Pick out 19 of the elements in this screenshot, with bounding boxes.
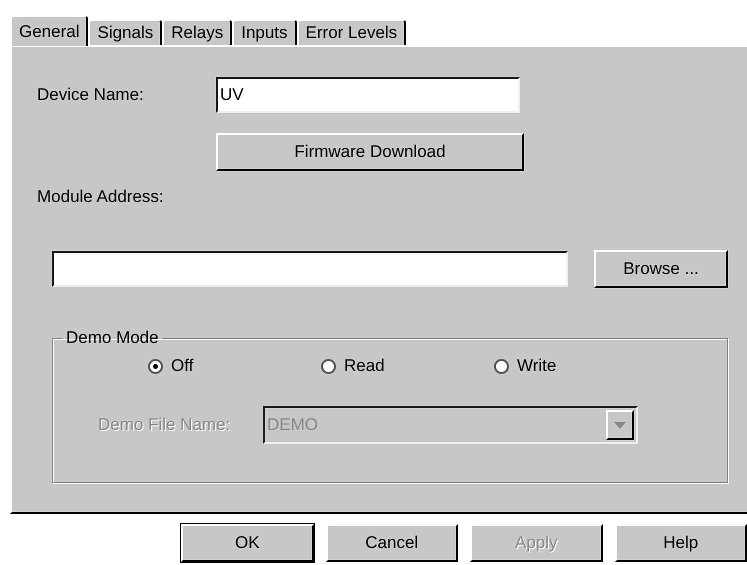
radio-option[interactable]: Off [148, 356, 321, 376]
tab[interactable]: Inputs [232, 19, 297, 45]
dialog-button[interactable]: OK [181, 524, 314, 562]
device-name-label: Device Name: [37, 85, 145, 105]
module-address-field[interactable] [52, 251, 568, 287]
browse-button[interactable]: Browse ... [594, 250, 728, 288]
tab[interactable]: General [10, 15, 88, 46]
tab[interactable]: Relays [162, 19, 232, 45]
device-name-field[interactable]: UV [216, 77, 520, 113]
dialog-button[interactable]: Help [614, 524, 747, 562]
tab[interactable]: Error Levels [296, 19, 406, 45]
dialog-button[interactable]: Cancel [326, 524, 458, 562]
firmware-download-button[interactable]: Firmware Download [216, 133, 524, 171]
radio-option[interactable]: Write [494, 356, 667, 376]
radio-option[interactable]: Read [321, 356, 494, 376]
module-address-label: Module Address: [37, 187, 164, 207]
demo-file-name-label: Demo File Name: [98, 415, 232, 435]
tab[interactable]: Signals [88, 19, 162, 45]
demo-mode-title: Demo Mode [65, 328, 160, 348]
